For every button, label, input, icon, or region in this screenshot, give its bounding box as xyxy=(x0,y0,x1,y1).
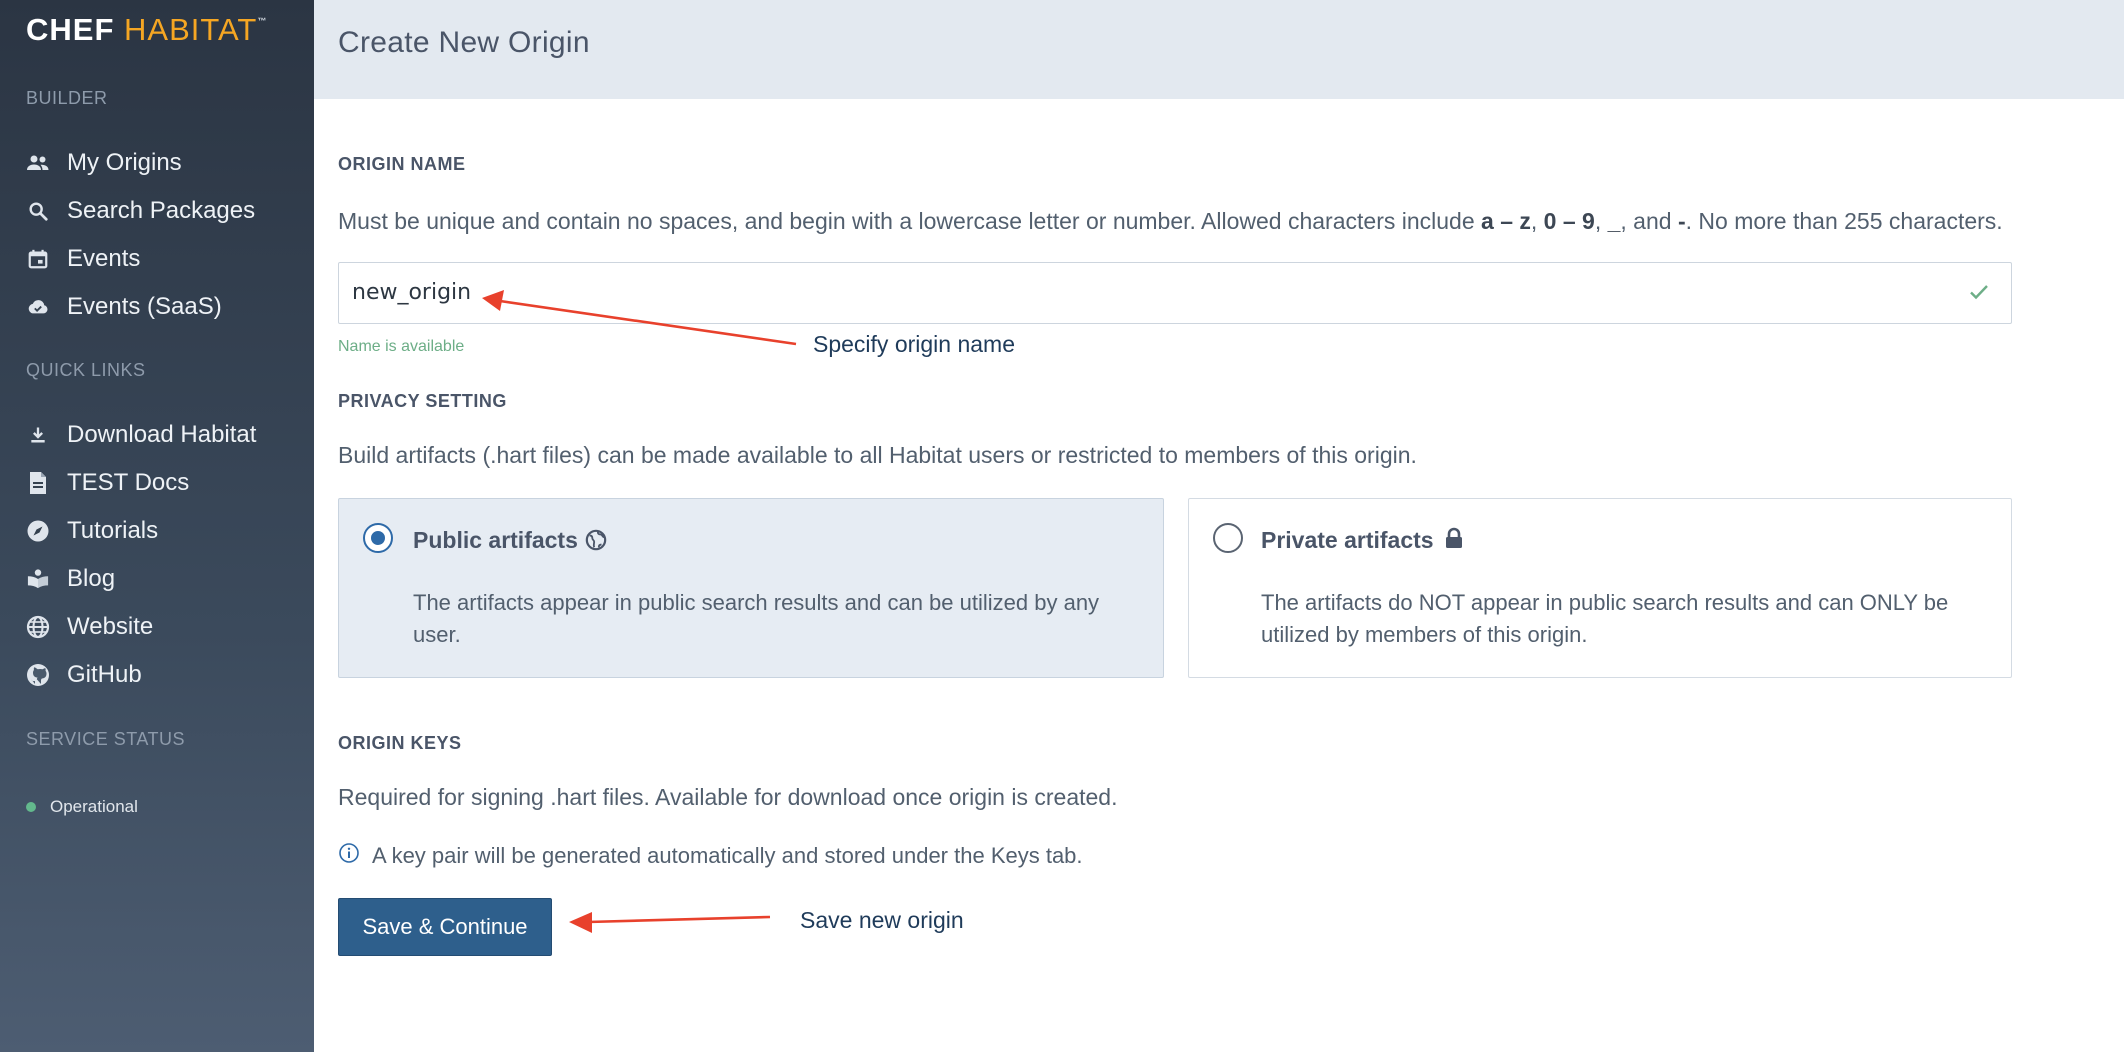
save-annotation-arrow xyxy=(569,912,771,933)
key-info-text: A key pair will be generated automatical… xyxy=(372,842,1083,868)
service-status[interactable]: Operational xyxy=(26,797,138,817)
help-chars-az: a – z xyxy=(1481,208,1531,234)
sidebar-item-test-docs[interactable]: TEST Docs xyxy=(26,465,189,501)
help-separator: , xyxy=(1594,208,1608,234)
download-icon xyxy=(26,423,50,447)
private-artifacts-radio[interactable] xyxy=(1213,523,1243,553)
lock-icon xyxy=(1445,527,1463,554)
sidebar-item-label: Events xyxy=(67,245,141,272)
sidebar-item-blog[interactable]: Blog xyxy=(26,561,115,597)
origin-name-label: ORIGIN NAME xyxy=(338,154,466,174)
github-icon xyxy=(26,663,50,687)
public-artifacts-option[interactable]: Public artifacts The artifacts appear in… xyxy=(338,498,1164,678)
sidebar-item-github[interactable]: GitHub xyxy=(26,657,142,693)
public-artifacts-title: Public artifacts xyxy=(413,527,578,553)
help-chars-dash: - xyxy=(1677,208,1686,234)
save-new-origin-annotation: Save new origin xyxy=(800,907,964,933)
logo-habitat-text: HABITAT xyxy=(124,12,258,47)
sidebar-item-label: GitHub xyxy=(67,661,142,688)
page-header: Create New Origin xyxy=(314,0,2124,99)
checkmark-icon xyxy=(1969,283,1989,306)
service-status-heading: SERVICE STATUS xyxy=(26,729,186,749)
name-annotation-arrow xyxy=(482,290,797,346)
origin-name-value: new_origin xyxy=(352,280,472,305)
help-separator: , xyxy=(1530,208,1544,234)
sidebar: CHEF HABITAT™ BUILDER My Origins Search … xyxy=(0,0,314,1052)
sidebar-item-label: Download Habitat xyxy=(67,421,257,448)
calendar-icon xyxy=(26,247,50,271)
help-text: . No more than 255 characters. xyxy=(1685,208,2003,234)
builder-heading: BUILDER xyxy=(26,88,108,108)
status-label: Operational xyxy=(50,797,138,816)
quick-links-heading: QUICK LINKS xyxy=(26,360,146,380)
compass-icon xyxy=(26,519,50,543)
sidebar-item-website[interactable]: Website xyxy=(26,609,153,645)
private-artifacts-title: Private artifacts xyxy=(1261,527,1434,553)
book-icon xyxy=(26,567,50,591)
sidebar-item-events-saas[interactable]: Events (SaaS) xyxy=(26,289,222,325)
privacy-help: Build artifacts (.hart files) can be mad… xyxy=(338,442,1417,468)
help-chars-underscore: _ xyxy=(1607,208,1621,234)
help-separator: , and xyxy=(1620,208,1678,234)
privacy-setting-label: PRIVACY SETTING xyxy=(338,391,507,411)
globe-icon xyxy=(585,529,607,556)
key-info-row: A key pair will be generated automatical… xyxy=(338,842,1083,869)
specify-origin-name-annotation: Specify origin name xyxy=(813,331,1015,357)
sidebar-item-search-packages[interactable]: Search Packages xyxy=(26,193,255,229)
status-dot xyxy=(26,802,36,812)
origin-keys-help: Required for signing .hart files. Availa… xyxy=(338,784,1118,810)
logo-chef-text: CHEF xyxy=(26,12,115,47)
document-icon xyxy=(26,471,50,495)
sidebar-item-my-origins[interactable]: My Origins xyxy=(26,145,182,181)
sidebar-item-label: TEST Docs xyxy=(67,469,190,496)
sidebar-item-label: Search Packages xyxy=(67,197,256,224)
sidebar-item-label: My Origins xyxy=(67,149,182,176)
chef-habitat-logo[interactable]: CHEF HABITAT™ xyxy=(26,12,267,48)
public-artifacts-description: The artifacts appear in public search re… xyxy=(413,590,1100,647)
help-chars-09: 0 – 9 xyxy=(1543,208,1595,234)
name-available-message: Name is available xyxy=(338,338,465,355)
help-text: Must be unique and contain no spaces, an… xyxy=(338,208,1482,234)
page-title: Create New Origin xyxy=(338,26,590,59)
sidebar-item-label: Website xyxy=(67,613,154,640)
sidebar-item-download-habitat[interactable]: Download Habitat xyxy=(26,417,256,453)
sidebar-item-events[interactable]: Events xyxy=(26,241,140,277)
public-artifacts-radio[interactable] xyxy=(363,523,393,553)
search-icon xyxy=(26,199,50,223)
cloud-check-icon xyxy=(26,295,50,319)
info-icon xyxy=(338,842,360,869)
globe-icon xyxy=(26,615,50,639)
private-artifacts-option[interactable]: Private artifacts The artifacts do NOT a… xyxy=(1188,498,2012,678)
people-icon xyxy=(26,151,50,175)
sidebar-item-label: Blog xyxy=(67,565,116,592)
origin-name-help: Must be unique and contain no spaces, an… xyxy=(338,208,2003,235)
origin-keys-label: ORIGIN KEYS xyxy=(338,733,462,753)
sidebar-item-tutorials[interactable]: Tutorials xyxy=(26,513,158,549)
sidebar-item-label: Tutorials xyxy=(67,517,159,544)
logo-trademark: ™ xyxy=(257,16,268,26)
private-artifacts-description: The artifacts do NOT appear in public se… xyxy=(1261,590,1949,647)
save-continue-button[interactable]: Save & Continue xyxy=(338,898,552,956)
sidebar-item-label: Events (SaaS) xyxy=(67,293,222,320)
